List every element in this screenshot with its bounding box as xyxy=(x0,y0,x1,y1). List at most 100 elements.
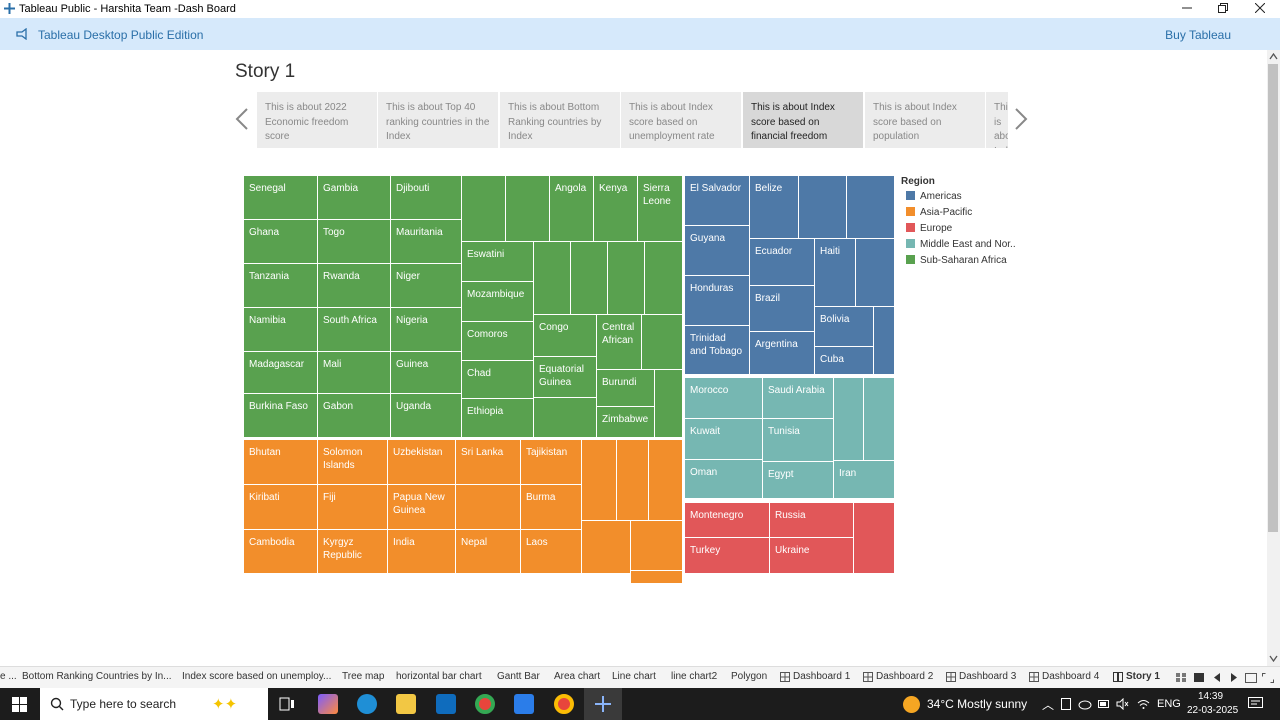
sheet-tab[interactable]: Index score based on unemploy... xyxy=(182,671,331,682)
copilot-app-icon[interactable] xyxy=(318,694,338,714)
tile-rwanda[interactable]: Rwanda xyxy=(318,264,390,307)
tile-russia[interactable]: Russia xyxy=(770,503,853,537)
tile-south-africa[interactable]: South Africa xyxy=(318,308,390,351)
tablet-icon[interactable] xyxy=(1061,698,1071,710)
tile-djibouti[interactable]: Djibouti xyxy=(391,176,461,219)
clock-date[interactable]: 22-03-2025 xyxy=(1187,705,1238,716)
tile-equatorial-guinea[interactable]: Equatorial Guinea xyxy=(534,357,596,397)
tile-burkina-faso[interactable]: Burkina Faso xyxy=(244,394,317,437)
tile-central-african[interactable]: Central African xyxy=(597,315,641,369)
tile-tanzania[interactable]: Tanzania xyxy=(244,264,317,307)
tile-guyana[interactable]: Guyana xyxy=(685,226,749,275)
tile-haiti[interactable]: Haiti xyxy=(815,239,855,306)
tile-am-small-1[interactable] xyxy=(799,176,846,238)
tile-eswatini[interactable]: Eswatini xyxy=(462,242,533,281)
sheet-tab[interactable]: line chart2 xyxy=(671,671,717,682)
tile-nepal[interactable]: Nepal xyxy=(456,530,520,573)
sheet-tab[interactable]: Polygon xyxy=(731,671,767,682)
sheet-tab[interactable]: Tree map xyxy=(342,671,384,682)
task-view-icon[interactable] xyxy=(279,697,295,711)
sheet-tab[interactable]: Bottom Ranking Countries by In... xyxy=(22,671,172,682)
tile-ecuador[interactable]: Ecuador xyxy=(750,239,814,285)
tile-saudi-arabia[interactable]: Saudi Arabia xyxy=(763,378,833,418)
tile-montenegro[interactable]: Montenegro xyxy=(685,503,769,537)
restore-button[interactable] xyxy=(1205,0,1241,18)
tile-tajikistan[interactable]: Tajikistan xyxy=(521,440,581,484)
tile-brazil[interactable]: Brazil xyxy=(750,286,814,331)
next-story-point-button[interactable] xyxy=(1014,107,1028,135)
story-point-4[interactable]: This is about Index score based on unemp… xyxy=(621,92,741,148)
tile-uganda[interactable]: Uganda xyxy=(391,394,461,437)
tile-el-salvador[interactable]: El Salvador xyxy=(685,176,749,225)
show-hidden-icons-chevron-icon[interactable]: ︿ xyxy=(1042,696,1054,713)
tile-bhutan[interactable]: Bhutan xyxy=(244,440,317,484)
tile-tunisia[interactable]: Tunisia xyxy=(763,419,833,461)
tile-papua-new-guinea[interactable]: Papua New Guinea xyxy=(388,485,455,529)
windows-start-icon[interactable] xyxy=(12,697,27,712)
sheet-tab[interactable]: e ... xyxy=(0,671,17,682)
tile-sierra-leone[interactable]: Sierra Leone xyxy=(638,176,682,241)
close-button[interactable] xyxy=(1242,0,1278,18)
legend-item-sub-saharan-africa[interactable]: Sub-Saharan Africa xyxy=(906,255,1007,266)
tile-mauritania[interactable]: Mauritania xyxy=(391,220,461,263)
tile-laos[interactable]: Laos xyxy=(521,530,581,573)
taskbar-search-box[interactable]: Type here to search ✦✦ xyxy=(40,688,268,720)
file-explorer-icon[interactable] xyxy=(396,694,416,714)
legend-item-americas[interactable]: Americas xyxy=(906,191,962,202)
sheet-tab[interactable]: Gantt Bar xyxy=(497,671,540,682)
tile-am-small-3[interactable] xyxy=(856,239,894,306)
tile-uzbekistan[interactable]: Uzbekistan xyxy=(388,440,455,484)
buy-tableau-link[interactable]: Buy Tableau xyxy=(1165,28,1231,42)
sheet-tab[interactable]: Area chart xyxy=(554,671,600,682)
fullscreen-icon[interactable] xyxy=(1262,673,1274,683)
tile-am-small-2[interactable] xyxy=(847,176,894,238)
volume-muted-icon[interactable] xyxy=(1116,698,1129,710)
tile-oman[interactable]: Oman xyxy=(685,460,762,498)
tile-chad[interactable]: Chad xyxy=(462,361,533,398)
sheet-tab-dashboard-3[interactable]: Dashboard 3 xyxy=(959,671,1016,682)
clock-time[interactable]: 14:39 xyxy=(1198,691,1223,702)
legend-item-asia-pacific[interactable]: Asia-Pacific xyxy=(906,207,972,218)
tile-bolivia[interactable]: Bolivia xyxy=(815,307,873,346)
tile-iran[interactable]: Iran xyxy=(834,461,894,498)
notifications-icon[interactable] xyxy=(1248,697,1263,711)
scroll-up-icon[interactable] xyxy=(1269,53,1278,60)
tableau-taskbar-button[interactable] xyxy=(584,688,622,720)
tile-ap-small-1[interactable] xyxy=(582,440,616,520)
story-point-5[interactable]: This is about Index score based on finan… xyxy=(743,92,863,148)
language-indicator[interactable]: ENG xyxy=(1157,698,1181,710)
tile-guinea[interactable]: Guinea xyxy=(391,352,461,393)
wifi-icon[interactable] xyxy=(1137,698,1150,710)
tile-ssa-small-6[interactable] xyxy=(645,242,682,314)
tile-ap-small-5[interactable] xyxy=(582,521,630,573)
microsoft-store-icon[interactable] xyxy=(514,694,534,714)
tile-senegal[interactable]: Senegal xyxy=(244,176,317,219)
tile-togo[interactable]: Togo xyxy=(318,220,390,263)
tile-morocco[interactable]: Morocco xyxy=(685,378,762,418)
tile-burma[interactable]: Burma xyxy=(521,485,581,529)
scroll-down-icon[interactable] xyxy=(1269,655,1278,662)
tile-argentina[interactable]: Argentina xyxy=(750,332,814,374)
weather-text[interactable]: 34°C Mostly sunny xyxy=(927,697,1027,711)
sheet-tab-story-1[interactable]: Story 1 xyxy=(1126,671,1160,682)
tile-kyrgyz-republic[interactable]: Kyrgyz Republic xyxy=(318,530,387,573)
tile-ap-small-3[interactable] xyxy=(649,440,682,520)
battery-icon[interactable] xyxy=(1098,698,1110,710)
tile-ssa-small-1[interactable] xyxy=(462,176,505,241)
cloud-icon[interactable] xyxy=(1078,698,1092,710)
minimize-button[interactable] xyxy=(1169,0,1205,18)
tile-trinidad-and-tobago[interactable]: Trinidad and Tobago xyxy=(685,326,749,374)
tile-mozambique[interactable]: Mozambique xyxy=(462,282,533,321)
tile-ssa-small-7[interactable] xyxy=(642,315,682,369)
tile-india[interactable]: India xyxy=(388,530,455,573)
tile-me-small-2[interactable] xyxy=(864,378,894,460)
tile-ssa-small-5[interactable] xyxy=(608,242,644,314)
tile-ukraine[interactable]: Ukraine xyxy=(770,538,853,573)
tile-egypt[interactable]: Egypt xyxy=(763,462,833,498)
chrome-profile-icon[interactable] xyxy=(554,694,574,714)
edge-browser-icon[interactable] xyxy=(357,694,377,714)
sheet-tab-dashboard-1[interactable]: Dashboard 1 xyxy=(793,671,850,682)
tile-burundi[interactable]: Burundi xyxy=(597,370,654,406)
tile-zimbabwe[interactable]: Zimbabwe xyxy=(597,407,654,437)
tile-ghana[interactable]: Ghana xyxy=(244,220,317,263)
